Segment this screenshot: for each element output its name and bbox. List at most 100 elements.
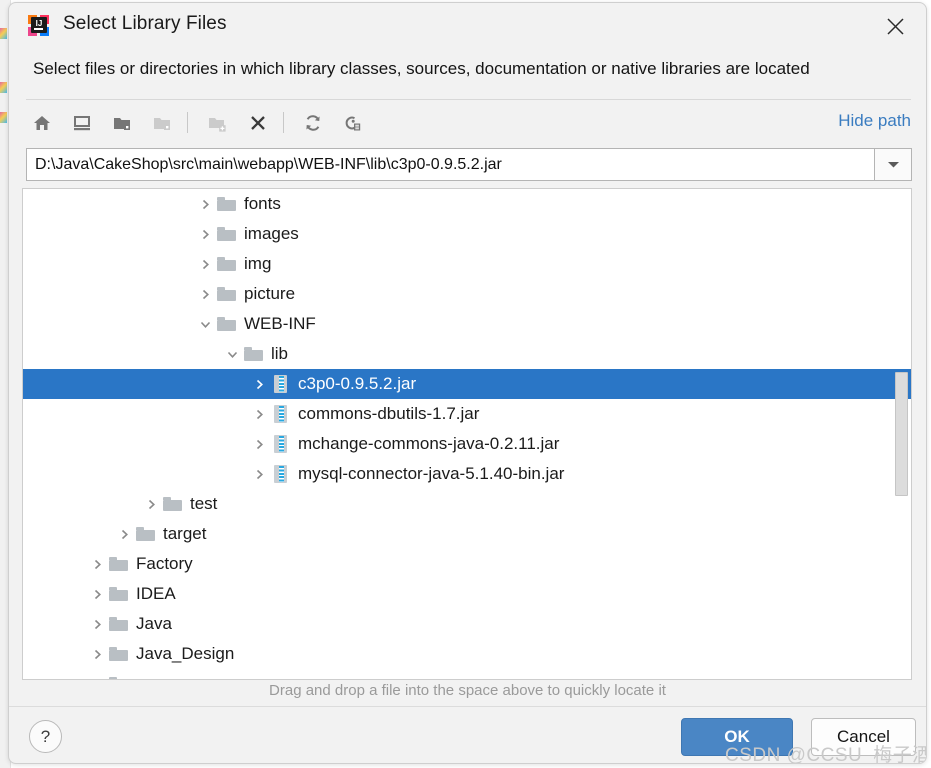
chevron-right-icon[interactable]: [249, 374, 269, 394]
background-chip: [0, 112, 7, 123]
path-history-dropdown-button[interactable]: [874, 148, 912, 181]
tree-row-label: IDEA: [136, 584, 176, 603]
toolbar-separator: [187, 112, 188, 133]
tree-row[interactable]: lib: [23, 339, 911, 369]
close-icon[interactable]: [878, 10, 912, 42]
hide-path-link[interactable]: Hide path: [838, 111, 911, 131]
folder-icon: [215, 254, 237, 274]
toolbar-separator: [283, 112, 284, 133]
tree-row[interactable]: target: [23, 519, 911, 549]
tree-row[interactable]: img: [23, 249, 911, 279]
home-icon[interactable]: [26, 107, 58, 139]
folder-icon: [107, 614, 129, 634]
folder-icon: [107, 674, 129, 679]
tree-row[interactable]: IDEA: [23, 579, 911, 609]
background-chip: [0, 28, 7, 39]
file-tree[interactable]: fonts images img picture WEB-INF lib c3p0-0.9.…: [23, 189, 911, 679]
tree-row-label: mchange-commons-java-0.2.11.jar: [298, 434, 560, 453]
module-folder-icon: [146, 107, 178, 139]
chevron-right-icon[interactable]: [195, 254, 215, 274]
jar-file-icon: [269, 434, 291, 454]
chevron-right-icon[interactable]: [249, 404, 269, 424]
chevron-down-icon[interactable]: [195, 314, 215, 334]
background-chip: [0, 82, 7, 93]
tree-row[interactable]: images: [23, 219, 911, 249]
chevron-right-icon[interactable]: [249, 464, 269, 484]
footer-divider: [9, 706, 926, 707]
folder-icon: [107, 554, 129, 574]
divider: [26, 99, 911, 100]
tree-row[interactable]: picture: [23, 279, 911, 309]
tree-row[interactable]: Java: [23, 609, 911, 639]
tree-scrollbar[interactable]: [895, 190, 910, 679]
svg-text:IJ: IJ: [36, 19, 43, 28]
folder-icon: [107, 644, 129, 664]
tree-row-label: images: [244, 224, 299, 243]
chevron-right-icon[interactable]: [249, 434, 269, 454]
refresh-icon[interactable]: [297, 107, 329, 139]
tree-row-label: Factory: [136, 554, 193, 573]
path-row: [26, 148, 912, 181]
chevron-down-icon[interactable]: [222, 344, 242, 364]
path-input[interactable]: [26, 148, 875, 181]
tree-row[interactable]: Factory: [23, 549, 911, 579]
tree-row-label: picture: [244, 284, 296, 303]
tree-row-label: img: [244, 254, 272, 273]
cancel-button[interactable]: Cancel: [811, 718, 916, 756]
show-hidden-icon[interactable]: [336, 107, 368, 139]
chevron-right-icon[interactable]: [114, 524, 134, 544]
jar-file-icon: [269, 374, 291, 394]
tree-row-label: fonts: [244, 194, 281, 213]
chevron-right-icon[interactable]: [141, 494, 161, 514]
new-folder-icon: [201, 107, 233, 139]
chevron-down-icon: [887, 162, 899, 168]
jar-file-icon: [269, 464, 291, 484]
folder-icon: [215, 284, 237, 304]
delete-icon[interactable]: [242, 107, 274, 139]
select-library-files-dialog: IJ Select Library Files Select files or …: [8, 2, 927, 764]
chevron-right-icon[interactable]: [195, 194, 215, 214]
drag-drop-hint: Drag and drop a file into the space abov…: [269, 682, 666, 699]
tree-row[interactable]: Java_Design: [23, 639, 911, 669]
chevron-right-icon[interactable]: [87, 584, 107, 604]
folder-icon: [134, 524, 156, 544]
folder-icon: [107, 584, 129, 604]
tree-row-label: WEB-INF: [244, 314, 316, 333]
dialog-titlebar: IJ Select Library Files: [9, 3, 926, 49]
tree-row-label: commons-dbutils-1.7.jar: [298, 404, 480, 423]
desktop-icon[interactable]: [66, 107, 98, 139]
tree-row[interactable]: mchange-commons-java-0.2.11.jar: [23, 429, 911, 459]
tree-row[interactable]: [23, 669, 911, 679]
tree-row[interactable]: mysql-connector-java-5.1.40-bin.jar: [23, 459, 911, 489]
tree-row-label: c3p0-0.9.5.2.jar: [298, 374, 417, 393]
tree-row-label: lib: [271, 344, 289, 363]
chevron-right-icon[interactable]: [195, 284, 215, 304]
chevron-right-icon[interactable]: [87, 674, 107, 679]
tree-row[interactable]: c3p0-0.9.5.2.jar: [23, 369, 911, 399]
chevron-right-icon[interactable]: [87, 554, 107, 574]
folder-icon: [215, 224, 237, 244]
tree-row[interactable]: fonts: [23, 189, 911, 219]
tree-scrollbar-thumb[interactable]: [895, 372, 908, 496]
chevron-right-icon[interactable]: [87, 614, 107, 634]
folder-icon: [242, 344, 264, 364]
tree-row[interactable]: commons-dbutils-1.7.jar: [23, 399, 911, 429]
folder-icon: [161, 494, 183, 514]
jar-file-icon: [269, 404, 291, 424]
chevron-right-icon[interactable]: [87, 644, 107, 664]
tree-row-label: test: [190, 494, 218, 513]
ok-button[interactable]: OK: [681, 718, 793, 756]
tree-row-label: Java_Design: [136, 644, 235, 663]
folder-icon: [215, 314, 237, 334]
tree-row[interactable]: test: [23, 489, 911, 519]
chevron-right-icon[interactable]: [195, 224, 215, 244]
tree-row-label: Java: [136, 614, 172, 633]
file-tree-panel[interactable]: fonts images img picture WEB-INF lib c3p0-0.9.…: [22, 188, 912, 680]
tree-row[interactable]: WEB-INF: [23, 309, 911, 339]
tree-row-label: mysql-connector-java-5.1.40-bin.jar: [298, 464, 565, 483]
screen: IJ Select Library Files Select files or …: [0, 0, 931, 768]
intellij-idea-logo-icon: IJ: [26, 13, 52, 39]
help-button[interactable]: ?: [29, 720, 62, 753]
dialog-title: Select Library Files: [63, 13, 227, 34]
project-folder-icon[interactable]: [106, 107, 138, 139]
